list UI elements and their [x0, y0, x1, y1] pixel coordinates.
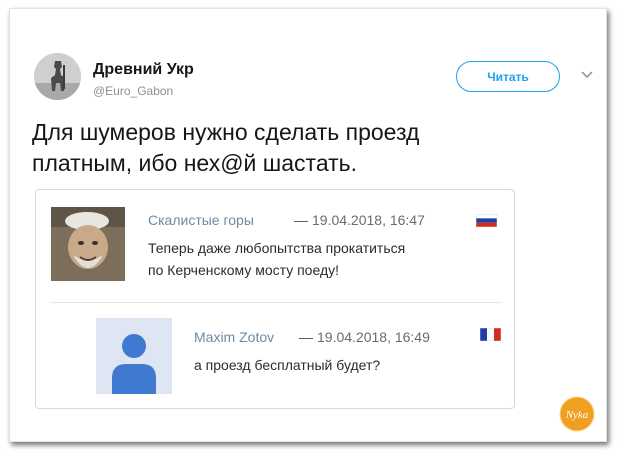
author-avatar[interactable] [34, 53, 81, 100]
comment-text: Теперь даже любопытства прокатиться по К… [148, 237, 405, 281]
default-avatar-icon [96, 318, 172, 394]
tweet-card: Древний Укр @Euro_Gabon Читать Для шумер… [9, 8, 607, 442]
comment-divider [51, 302, 501, 303]
russia-flag-icon [476, 214, 497, 227]
commenter-photo [51, 207, 125, 281]
comment-text-line: по Керченскому мосту поеду! [148, 262, 340, 278]
watermark-logo: Nyka [559, 396, 595, 432]
tweet-text-line: Для шумеров нужно сделать проезд [32, 119, 420, 145]
comment-separator: — [299, 329, 313, 345]
comment-date: 19.04.2018, 16:49 [317, 329, 430, 345]
follow-button[interactable]: Читать [456, 61, 560, 92]
author-name[interactable]: Древний Укр [93, 61, 194, 79]
chevron-down-icon[interactable] [581, 71, 593, 79]
comment-text-line: а проезд бесплатный будет? [194, 357, 381, 373]
comment-author[interactable]: Скалистые горы [148, 212, 254, 228]
comment-text: а проезд бесплатный будет? [194, 354, 380, 376]
comments-screenshot: Скалистые горы — 19.04.2018, 16:47 Тепер… [35, 189, 515, 409]
comment-text-line: Теперь даже любопытства прокатиться [148, 240, 406, 256]
author-handle[interactable]: @Euro_Gabon [93, 84, 173, 98]
comment-date: 19.04.2018, 16:47 [312, 212, 425, 228]
svg-text:Nyka: Nyka [565, 409, 589, 421]
comment-separator: — [294, 212, 308, 228]
tweet-text: Для шумеров нужно сделать проезд платным… [32, 117, 592, 179]
comment-author[interactable]: Maxim Zotov [194, 329, 274, 345]
tweet-text-line: платным, ибо нех@й шастать. [32, 150, 358, 176]
france-flag-icon [480, 328, 501, 341]
